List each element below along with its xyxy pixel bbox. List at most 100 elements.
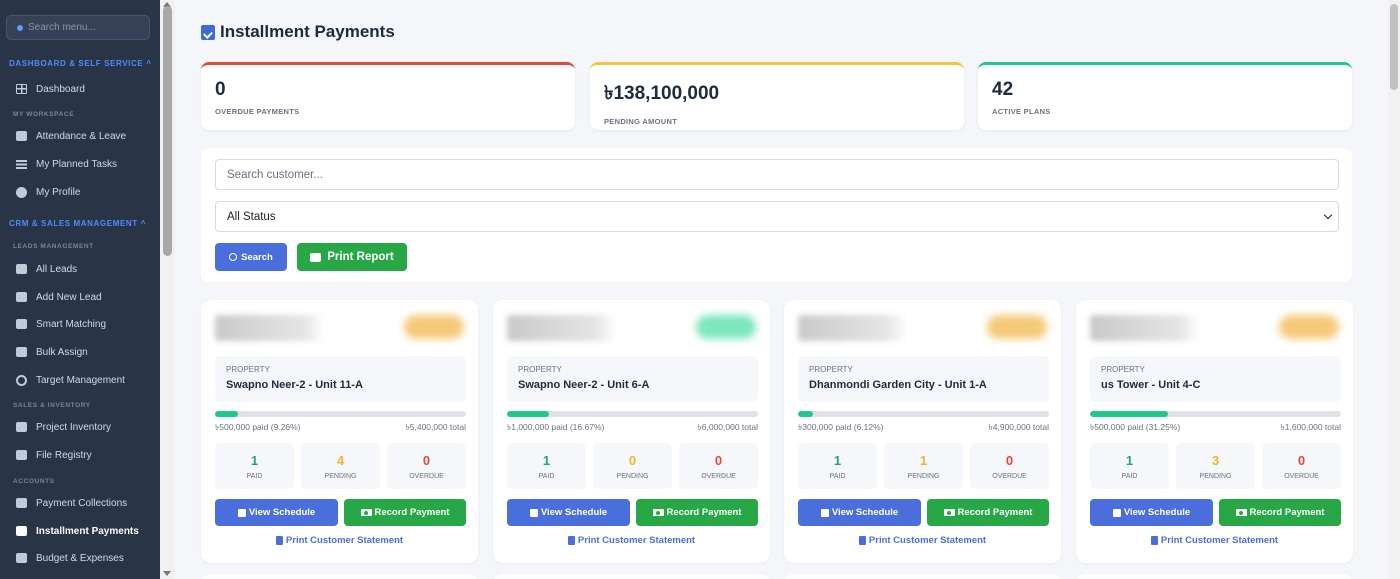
crosshairs-icon	[15, 374, 28, 386]
overdue-count: 0	[1297, 453, 1306, 468]
overdue-count: 0	[422, 453, 431, 468]
sidebar-item-project-inventory[interactable]: Project Inventory	[0, 414, 160, 440]
progress-labels: ৳500,000 paid (9.26%) ৳5,400,000 total	[215, 421, 466, 435]
pending-label: PENDING	[1199, 473, 1232, 480]
print-statement-link[interactable]: Print Customer Statement	[784, 535, 1061, 546]
user-clock-icon	[15, 131, 28, 142]
sidebar-item-budget-expenses[interactable]: Budget & Expenses	[0, 545, 160, 571]
view-schedule-button[interactable]: View Schedule	[1090, 499, 1213, 526]
sidebar-item-all-leads[interactable]: All Leads	[0, 256, 160, 282]
print-report-button[interactable]: Print Report	[297, 243, 407, 271]
property-box: PROPERTY Dhanmondi Garden City - Unit 1-…	[798, 356, 1049, 402]
section-crm[interactable]: CRM & SALES MANAGEMENT ^	[9, 219, 146, 228]
sidebar-item-label: Payment Collections	[36, 497, 128, 509]
customer-name-redacted	[215, 315, 325, 341]
section-dashboard[interactable]: DASHBOARD & SELF SERVICE ^	[9, 59, 152, 68]
print-statement-link[interactable]: Print Customer Statement	[493, 535, 770, 546]
view-schedule-button[interactable]: View Schedule	[507, 499, 630, 526]
record-payment-button[interactable]: Record Payment	[344, 499, 466, 526]
view-schedule-label: View Schedule	[1123, 507, 1191, 518]
sidebar-item-dashboard[interactable]: Dashboard	[0, 76, 160, 102]
sidebar-item-payment-collections[interactable]: Payment Collections	[0, 490, 160, 516]
sidebar-item-add-lead[interactable]: Add New Lead	[0, 284, 160, 310]
print-statement-link[interactable]: Print Customer Statement	[1076, 535, 1353, 546]
property-name: us Tower - Unit 4-C	[1101, 379, 1201, 391]
file-pdf-icon	[1150, 536, 1158, 545]
sidebar-item-label: My Profile	[36, 186, 81, 198]
pending-count: 0	[628, 453, 637, 468]
stat-value: 0	[215, 79, 226, 100]
magic-icon	[15, 319, 28, 330]
file-pdf-icon	[567, 536, 575, 545]
payment-progress-bar	[215, 411, 466, 417]
overdue-label: OVERDUE	[701, 473, 736, 480]
property-label: PROPERTY	[1101, 365, 1145, 374]
sidebar-item-smart-matching[interactable]: Smart Matching	[0, 311, 160, 337]
sidebar-item-planned-tasks[interactable]: My Planned Tasks	[0, 151, 160, 177]
page-scroll-thumb[interactable]	[1390, 4, 1398, 90]
sidebar-item-label: All Leads	[36, 263, 78, 275]
paid-count-box: 1 PAID	[1090, 443, 1169, 489]
menu-search-input[interactable]: Search menu...	[6, 15, 150, 40]
pending-count: 3	[1211, 453, 1220, 468]
calendar-icon	[529, 508, 538, 517]
record-payment-button[interactable]: Record Payment	[636, 499, 758, 526]
print-report-label: Print Report	[327, 251, 394, 263]
scroll-down-icon[interactable]	[163, 571, 171, 576]
customer-search-input[interactable]: Search customer...	[215, 159, 1339, 190]
paid-label: PAID	[829, 473, 846, 480]
paid-amount-text: ৳300,000 paid (6.12%)	[798, 422, 884, 432]
property-box: PROPERTY us Tower - Unit 4-C	[1090, 356, 1341, 402]
overdue-count-box: 0 OVERDUE	[387, 443, 466, 489]
paid-count: 1	[833, 453, 842, 468]
installment-card: PROPERTY Swapno Neer-2 - Unit 11-A ৳500,…	[201, 300, 478, 563]
payment-progress-bar	[507, 411, 758, 417]
sidebar-item-target-management[interactable]: Target Management	[0, 367, 160, 393]
user-plus-icon	[15, 292, 28, 303]
search-button[interactable]: Search	[215, 243, 287, 271]
section-crm-label: CRM & SALES MANAGEMENT	[9, 219, 138, 228]
filter-panel: Search customer... All Status Search Pri…	[201, 148, 1352, 282]
progress-labels: ৳500,000 paid (31.25%) ৳1,600,000 total	[1090, 421, 1341, 435]
pending-label: PENDING	[616, 473, 649, 480]
sidebar-item-installment-payments[interactable]: Installment Payments	[0, 518, 160, 544]
record-payment-button[interactable]: Record Payment	[1219, 499, 1341, 526]
record-payment-button[interactable]: Record Payment	[927, 499, 1049, 526]
sidebar-item-label: Attendance & Leave	[36, 130, 127, 142]
paid-label: PAID	[1121, 473, 1138, 480]
view-schedule-button[interactable]: View Schedule	[215, 499, 338, 526]
print-statement-link[interactable]: Print Customer Statement	[201, 535, 478, 546]
sidebar-item-profile[interactable]: My Profile	[0, 179, 160, 205]
search-button-label: Search	[241, 251, 273, 263]
page-title-text: Installment Payments	[220, 22, 395, 41]
sidebar-item-bulk-assign[interactable]: Bulk Assign	[0, 339, 160, 365]
chevron-up-icon: ^	[140, 219, 147, 228]
pending-label: PENDING	[324, 473, 357, 480]
sidebar-item-attendance[interactable]: Attendance & Leave	[0, 123, 160, 149]
sidebar-scrollbar[interactable]	[160, 0, 175, 579]
address-book-icon	[15, 264, 28, 275]
overdue-label: OVERDUE	[1284, 473, 1319, 480]
status-badge	[404, 315, 464, 339]
status-badge	[987, 315, 1047, 339]
property-box: PROPERTY Swapno Neer-2 - Unit 6-A	[507, 356, 758, 402]
property-label: PROPERTY	[809, 365, 853, 374]
paid-count: 1	[250, 453, 259, 468]
stat-label: PENDING AMOUNT	[604, 117, 678, 126]
stat-value: ৳138,100,000	[604, 83, 720, 104]
overdue-count: 0	[1005, 453, 1014, 468]
view-schedule-button[interactable]: View Schedule	[798, 499, 921, 526]
pending-count-box: 1 PENDING	[884, 443, 963, 489]
sidebar-item-file-registry[interactable]: File Registry	[0, 442, 160, 468]
building-icon	[15, 422, 28, 433]
page-title: Installment Payments	[201, 22, 395, 42]
sidebar-scroll-thumb[interactable]	[163, 6, 172, 256]
status-select[interactable]: All Status	[215, 201, 1339, 232]
subsection-accounts: ACCOUNTS	[13, 478, 55, 485]
paid-amount-text: ৳500,000 paid (9.26%)	[215, 422, 301, 432]
paid-count: 1	[1125, 453, 1134, 468]
page-scrollbar[interactable]	[1388, 0, 1400, 579]
stat-value: 42	[992, 79, 1014, 100]
section-dashboard-label: DASHBOARD & SELF SERVICE	[9, 59, 144, 68]
payment-progress-fill	[798, 411, 814, 417]
